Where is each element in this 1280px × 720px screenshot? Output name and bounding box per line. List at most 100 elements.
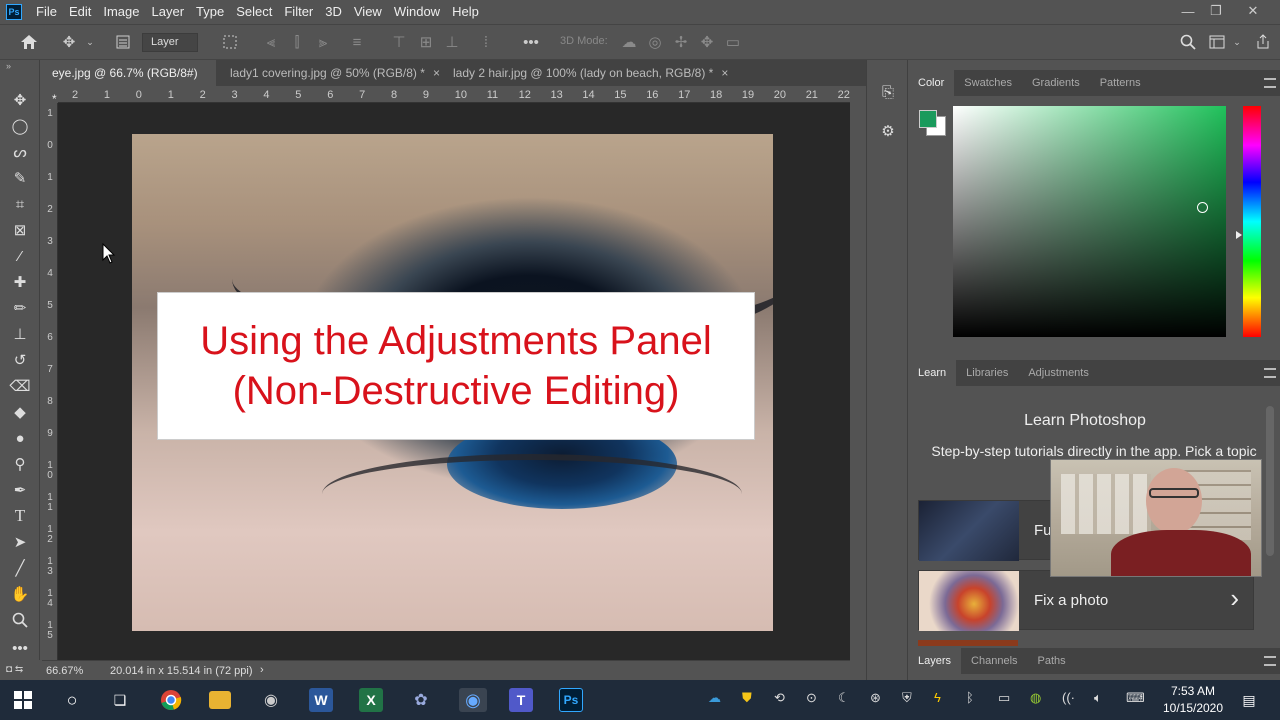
tab-swatches[interactable]: Swatches: [954, 70, 1022, 96]
align-bottom-icon[interactable]: ⊥: [443, 32, 461, 52]
notifications-icon[interactable]: ▤: [1237, 688, 1261, 712]
canvas-area[interactable]: Using the Adjustments Panel (Non-Destruc…: [58, 103, 850, 660]
cortana-icon[interactable]: ○: [60, 688, 84, 712]
hue-slider[interactable]: [1243, 106, 1261, 337]
distribute-icon[interactable]: ≡: [348, 32, 366, 52]
workspace-icon[interactable]: [1207, 32, 1227, 52]
chevron-down-icon[interactable]: ⌄: [1231, 32, 1243, 52]
word-icon[interactable]: W: [309, 688, 333, 712]
brush-tool-icon[interactable]: ✏: [8, 296, 32, 320]
color-field[interactable]: [953, 106, 1226, 337]
system-clock[interactable]: 7:53 AM 10/15/2020: [1158, 683, 1228, 717]
move-tool-icon[interactable]: ✥: [58, 32, 80, 52]
task-view-icon[interactable]: ❏: [108, 688, 132, 712]
bluetooth-icon[interactable]: ᛒ: [966, 690, 974, 705]
paint-icon[interactable]: ✿: [409, 688, 433, 712]
status-menu-arrow-icon[interactable]: ›: [260, 664, 264, 676]
volume-icon[interactable]: 🔈︎: [1094, 690, 1102, 706]
camera-icon[interactable]: ◉: [259, 688, 283, 712]
obs-icon[interactable]: ◉: [459, 688, 487, 712]
align-center-icon[interactable]: ⫿: [288, 32, 306, 52]
line-tool-icon[interactable]: ╱: [8, 556, 32, 580]
hue-slider-handle[interactable]: [1236, 231, 1242, 239]
history-brush-icon[interactable]: ↺: [8, 348, 32, 372]
zoom-tool-icon[interactable]: [8, 608, 32, 632]
3d-camera-icon[interactable]: ▭: [724, 32, 742, 52]
panel-menu-icon[interactable]: [1264, 656, 1276, 666]
menu-3d[interactable]: 3D: [319, 0, 348, 24]
chevron-down-icon[interactable]: ⌄: [84, 32, 96, 52]
auto-select-icon[interactable]: [112, 32, 134, 52]
menu-view[interactable]: View: [348, 0, 388, 24]
align-left-icon[interactable]: ⫷: [262, 32, 280, 52]
menu-file[interactable]: File: [30, 0, 63, 24]
more-options-icon[interactable]: •••: [520, 32, 542, 52]
excel-icon[interactable]: X: [359, 688, 383, 712]
frame-tool-icon[interactable]: ⊠: [8, 218, 32, 242]
healing-brush-icon[interactable]: ✚: [8, 270, 32, 294]
move-tool-icon[interactable]: ✥: [8, 88, 32, 112]
minimize-button[interactable]: —: [1173, 0, 1203, 22]
tab-learn[interactable]: Learn: [908, 360, 957, 386]
search-icon[interactable]: [1178, 32, 1198, 52]
menu-image[interactable]: Image: [97, 0, 145, 24]
paint-bucket-icon[interactable]: ◆: [8, 400, 32, 424]
crop-tool-icon[interactable]: ⌗: [8, 192, 32, 216]
menu-layer[interactable]: Layer: [146, 0, 191, 24]
panel-menu-icon[interactable]: [1264, 78, 1276, 88]
close-tab-icon[interactable]: ×: [433, 66, 440, 80]
menu-select[interactable]: Select: [230, 0, 278, 24]
path-select-icon[interactable]: ➤: [8, 530, 32, 554]
panel-menu-icon[interactable]: [1264, 368, 1276, 378]
swap-colors-icon[interactable]: ◘ ⇆: [6, 664, 23, 675]
wifi-icon[interactable]: ((·: [1062, 690, 1075, 705]
3d-roll-icon[interactable]: ◎: [646, 32, 664, 52]
learn-scrollbar[interactable]: [1266, 406, 1274, 556]
color-picker-ring[interactable]: [1197, 202, 1208, 213]
tray-moon-icon[interactable]: ☾: [838, 690, 850, 706]
menu-edit[interactable]: Edit: [63, 0, 97, 24]
zoom-level[interactable]: 66.67%: [46, 665, 83, 677]
photoshop-taskbar-icon[interactable]: Ps: [559, 688, 583, 712]
tab-libraries[interactable]: Libraries: [956, 360, 1018, 386]
menu-window[interactable]: Window: [388, 0, 446, 24]
security-icon[interactable]: ⛊: [742, 690, 752, 706]
chrome-icon[interactable]: [159, 688, 183, 712]
tray-device-icon[interactable]: ▭: [998, 690, 1010, 706]
clone-stamp-icon[interactable]: ⊥: [8, 322, 32, 346]
align-middle-icon[interactable]: ⊞: [417, 32, 435, 52]
tab-channels[interactable]: Channels: [961, 648, 1027, 674]
blur-tool-icon[interactable]: ●: [8, 426, 32, 450]
tab-patterns[interactable]: Patterns: [1090, 70, 1151, 96]
close-button[interactable]: ✕: [1238, 0, 1268, 22]
tab-lady2-hair[interactable]: lady 2 hair.jpg @ 100% (lady on beach, R…: [443, 60, 738, 86]
lasso-tool-icon[interactable]: ᔕ: [8, 140, 32, 164]
quick-select-tool-icon[interactable]: ✎: [8, 166, 32, 190]
foreground-color-swatch[interactable]: [919, 110, 937, 128]
tray-app2-icon[interactable]: ⊛: [870, 690, 881, 706]
onedrive-icon[interactable]: ☁: [708, 690, 721, 706]
3d-orbit-icon[interactable]: ☁: [620, 32, 638, 52]
distribute-vertical-icon[interactable]: ⁞: [477, 32, 495, 52]
tab-layers[interactable]: Layers: [908, 648, 962, 674]
type-tool-icon[interactable]: T: [8, 504, 32, 528]
eyedropper-tool-icon[interactable]: ⁄: [8, 244, 32, 268]
tab-adjustments[interactable]: Adjustments: [1018, 360, 1099, 386]
align-top-icon[interactable]: ⊤: [390, 32, 408, 52]
tab-paths[interactable]: Paths: [1028, 648, 1076, 674]
menu-type[interactable]: Type: [190, 0, 230, 24]
teams-icon[interactable]: T: [509, 688, 533, 712]
tab-gradients[interactable]: Gradients: [1022, 70, 1090, 96]
home-icon[interactable]: [18, 32, 40, 52]
transform-controls-icon[interactable]: [219, 32, 241, 52]
tray-shield-icon[interactable]: ⛨: [902, 690, 912, 706]
edit-toolbar-icon[interactable]: •••: [8, 636, 32, 660]
tray-bolt-icon[interactable]: ϟ: [934, 690, 941, 705]
tab-lady1-covering[interactable]: lady1 covering.jpg @ 50% (RGB/8) * ×: [220, 60, 450, 86]
tray-app-icon[interactable]: ⟲: [774, 690, 785, 706]
3d-pan-icon[interactable]: ✢: [672, 32, 690, 52]
eraser-tool-icon[interactable]: ⌫: [8, 374, 32, 398]
tab-color[interactable]: Color: [908, 70, 955, 96]
properties-panel-icon[interactable]: ⚙: [878, 122, 898, 142]
dodge-tool-icon[interactable]: ⚲: [8, 452, 32, 476]
